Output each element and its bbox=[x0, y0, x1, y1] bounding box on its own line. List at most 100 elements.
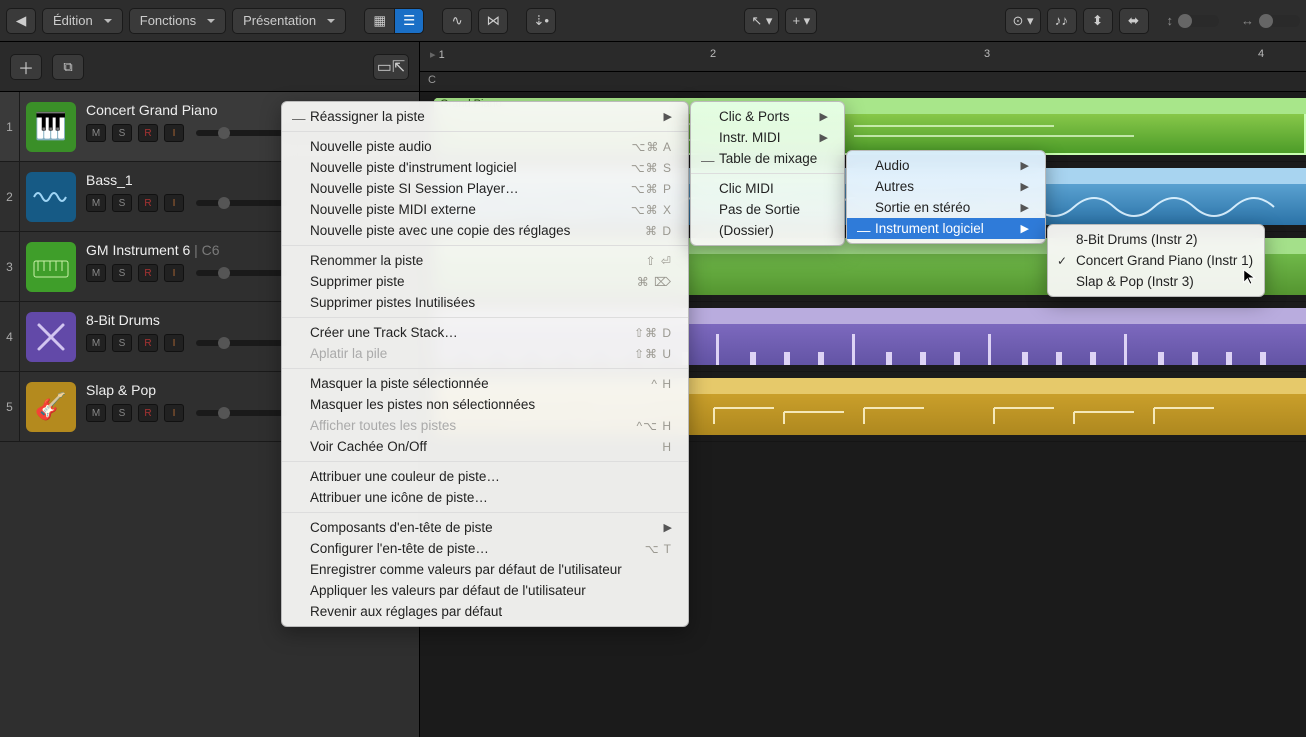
menu-delete-track[interactable]: Supprimer piste⌘ ⌦ bbox=[282, 271, 688, 292]
menu-header-components[interactable]: Composants d'en-tête de piste ▶ bbox=[282, 517, 688, 538]
solo-button[interactable]: S bbox=[112, 404, 132, 422]
mute-button[interactable]: M bbox=[86, 124, 106, 142]
mixer-button[interactable]: ♪♪ bbox=[1047, 8, 1077, 34]
fonctions-menu[interactable]: Fonctions bbox=[129, 8, 226, 34]
submenu-mixer[interactable]: —Table de mixage▶ bbox=[691, 148, 844, 169]
menu-label: Composants d'en-tête de piste bbox=[310, 520, 493, 535]
presentation-menu[interactable]: Présentation bbox=[232, 8, 346, 34]
submenu-no-output[interactable]: Pas de Sortie bbox=[691, 199, 844, 220]
menu-hide-selected[interactable]: Masquer la piste sélectionnée^ H bbox=[282, 373, 688, 394]
pointer-tool[interactable]: ↖ ▾ bbox=[744, 8, 779, 34]
chevron-right-icon: ▶ bbox=[790, 110, 828, 123]
duplicate-track-button[interactable]: ⧉ bbox=[52, 54, 84, 80]
menu-label: Audio bbox=[875, 158, 910, 173]
edition-menu[interactable]: Édition bbox=[42, 8, 123, 34]
menu-save-defaults[interactable]: Enregistrer comme valeurs par défaut de … bbox=[282, 559, 688, 580]
key-ruler[interactable]: C bbox=[420, 72, 1306, 92]
back-button[interactable]: ◀ bbox=[6, 8, 36, 34]
submenu-clic-ports[interactable]: Clic & Ports▶ bbox=[691, 106, 844, 127]
synth-icon bbox=[26, 242, 76, 292]
shortcut: ⇧⌘ D bbox=[604, 326, 672, 340]
vert-zoom-icon: ↕ bbox=[1167, 13, 1174, 28]
shortcut: ⌥⌘ S bbox=[601, 161, 672, 175]
add-track-button[interactable]: ＋ bbox=[10, 54, 42, 80]
menu-hide-toggle[interactable]: Voir Cachée On/OffH bbox=[282, 436, 688, 457]
snap-menu[interactable]: ⊙ ▾ bbox=[1005, 8, 1040, 34]
menu-new-si-track[interactable]: Nouvelle piste d'instrument logiciel⌥⌘ S bbox=[282, 157, 688, 178]
menu-new-session-player[interactable]: Nouvelle piste SI Session Player…⌥⌘ P bbox=[282, 178, 688, 199]
presentation-label: Présentation bbox=[243, 13, 316, 28]
chevron-right-icon: ▶ bbox=[634, 521, 672, 534]
menu-label: Renommer la piste bbox=[310, 253, 423, 268]
key-label: C bbox=[428, 74, 436, 86]
track-number: 3 bbox=[0, 232, 20, 301]
menu-label: Revenir aux réglages par défaut bbox=[310, 604, 502, 619]
bar-ruler[interactable]: ▸ 1 2 3 4 bbox=[420, 42, 1306, 72]
list-view-button[interactable]: ☰ bbox=[394, 8, 424, 34]
menu-show-all: Afficher toutes les pistes^⌥ H bbox=[282, 415, 688, 436]
shortcut: ^ H bbox=[621, 377, 672, 391]
menu-assign-color[interactable]: Attribuer une couleur de piste… bbox=[282, 466, 688, 487]
catch-button[interactable]: ⇣• bbox=[526, 8, 556, 34]
submenu-clic-midi[interactable]: Clic MIDI bbox=[691, 178, 844, 199]
grid-view-button[interactable]: ▦ bbox=[364, 8, 394, 34]
input-button[interactable]: I bbox=[164, 194, 184, 212]
vert-zoom-slider[interactable] bbox=[1179, 15, 1219, 27]
menu-new-ext-midi[interactable]: Nouvelle piste MIDI externe⌥⌘ X bbox=[282, 199, 688, 220]
track-number: 2 bbox=[0, 162, 20, 231]
drumsticks-icon bbox=[26, 312, 76, 362]
submenu-folder[interactable]: (Dossier) bbox=[691, 220, 844, 241]
submenu-stereo-out[interactable]: Sortie en stéréo▶ bbox=[847, 197, 1045, 218]
menu-assign-icon[interactable]: Attribuer une icône de piste… bbox=[282, 487, 688, 508]
menu-reassign-track[interactable]: —Réassigner la piste▶ bbox=[282, 106, 688, 127]
solo-button[interactable]: S bbox=[112, 334, 132, 352]
zoom-vert-button[interactable]: ⬍ bbox=[1083, 8, 1113, 34]
menu-delete-unused[interactable]: Supprimer pistes Inutilisées bbox=[282, 292, 688, 313]
menu-hide-unselected[interactable]: Masquer les pistes non sélectionnées bbox=[282, 394, 688, 415]
inst-8bit-drums[interactable]: 8-Bit Drums (Instr 2) bbox=[1048, 229, 1264, 250]
menu-label: Attribuer une icône de piste… bbox=[310, 490, 488, 505]
horiz-zoom-slider[interactable] bbox=[1260, 15, 1300, 27]
record-button[interactable]: R bbox=[138, 124, 158, 142]
menu-new-audio-track[interactable]: Nouvelle piste audio⌥⌘ A bbox=[282, 136, 688, 157]
mute-button[interactable]: M bbox=[86, 404, 106, 422]
wave-icon bbox=[26, 172, 76, 222]
solo-button[interactable]: S bbox=[112, 124, 132, 142]
input-button[interactable]: I bbox=[164, 124, 184, 142]
submenu-software-inst[interactable]: —Instrument logiciel▶ bbox=[847, 218, 1045, 239]
menu-configure-header[interactable]: Configurer l'en-tête de piste…⌥ T bbox=[282, 538, 688, 559]
submenu-audio[interactable]: Audio▶ bbox=[847, 155, 1045, 176]
chevron-right-icon: ▶ bbox=[991, 180, 1029, 193]
record-button[interactable]: R bbox=[138, 404, 158, 422]
menu-rename-track[interactable]: Renommer la piste⇧ ⏎ bbox=[282, 250, 688, 271]
menu-apply-defaults[interactable]: Appliquer les valeurs par défaut de l'ut… bbox=[282, 580, 688, 601]
menu-label: Supprimer pistes Inutilisées bbox=[310, 295, 475, 310]
menu-create-stack[interactable]: Créer une Track Stack…⇧⌘ D bbox=[282, 322, 688, 343]
zoom-horiz-button[interactable]: ⬌ bbox=[1119, 8, 1149, 34]
solo-button[interactable]: S bbox=[112, 264, 132, 282]
mute-button[interactable]: M bbox=[86, 334, 106, 352]
solo-button[interactable]: S bbox=[112, 194, 132, 212]
input-button[interactable]: I bbox=[164, 334, 184, 352]
mute-button[interactable]: M bbox=[86, 264, 106, 282]
input-button[interactable]: I bbox=[164, 264, 184, 282]
menu-revert-defaults[interactable]: Revenir aux réglages par défaut bbox=[282, 601, 688, 622]
flex-button[interactable]: ⋈ bbox=[478, 8, 508, 34]
menu-new-copy-settings[interactable]: Nouvelle piste avec une copie des réglag… bbox=[282, 220, 688, 241]
menu-label: Instrument logiciel bbox=[875, 221, 984, 236]
inst-slap-pop[interactable]: Slap & Pop (Instr 3) bbox=[1048, 271, 1264, 292]
input-button[interactable]: I bbox=[164, 404, 184, 422]
mute-button[interactable]: M bbox=[86, 194, 106, 212]
shortcut: ⌥ T bbox=[615, 542, 672, 556]
record-button[interactable]: R bbox=[138, 194, 158, 212]
mixer-submenu: Audio▶ Autres▶ Sortie en stéréo▶ —Instru… bbox=[846, 150, 1046, 244]
record-button[interactable]: R bbox=[138, 264, 158, 282]
automation-button[interactable]: ∿ bbox=[442, 8, 472, 34]
add-tool[interactable]: + ▾ bbox=[785, 8, 817, 34]
global-tracks-button[interactable]: ▭⇱ bbox=[373, 54, 409, 80]
inst-concert-grand[interactable]: ✓Concert Grand Piano (Instr 1) bbox=[1048, 250, 1264, 271]
submenu-instr-midi[interactable]: Instr. MIDI▶ bbox=[691, 127, 844, 148]
menu-label: Appliquer les valeurs par défaut de l'ut… bbox=[310, 583, 586, 598]
record-button[interactable]: R bbox=[138, 334, 158, 352]
submenu-others[interactable]: Autres▶ bbox=[847, 176, 1045, 197]
